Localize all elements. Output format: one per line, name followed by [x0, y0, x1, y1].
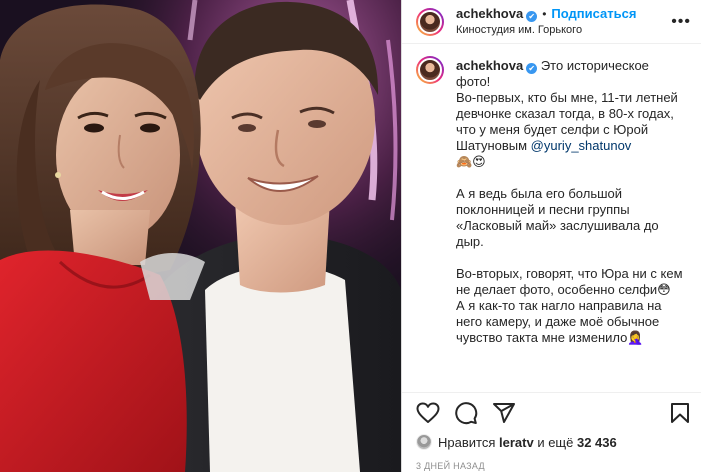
post-sidebar: achekhova ✔ • Подписаться Киностудия им. Го… [401, 0, 701, 472]
post-timestamp[interactable]: 3 ДНЕЙ НАЗАД [416, 461, 692, 471]
post-header: achekhova ✔ • Подписаться Киностудия им. Го… [402, 0, 701, 44]
separator-dot: • [542, 6, 547, 21]
likes-row: Нравится leratv и ещё 32 436 [416, 431, 692, 453]
caption-paragraph-4: Во-вторых, говорят, что Юра ни с кем не … [456, 266, 687, 297]
verified-badge-icon: ✔ [526, 63, 538, 74]
instagram-post: achekhova ✔ • Подписаться Киностудия им. Го… [0, 0, 701, 472]
likes-prefix: Нравится [438, 434, 496, 450]
author-avatar[interactable] [416, 7, 444, 36]
likes-middle: и ещё [537, 434, 574, 450]
follow-button[interactable]: Подписаться [551, 6, 636, 21]
post-photo[interactable] [0, 0, 401, 472]
header-text: achekhova ✔ • Подписаться Киностудия им. Го… [456, 6, 671, 38]
liker-username[interactable]: leratv [499, 435, 534, 450]
author-username[interactable]: achekhova [456, 6, 523, 21]
mention-link[interactable]: @yuriy_shatunov [531, 138, 632, 153]
caption-text: achekhova ✔ Это историческое фото! Во-пер… [456, 58, 684, 382]
verified-badge-icon: ✔ [526, 10, 538, 22]
caption-username[interactable]: achekhova [456, 58, 523, 73]
more-dots-icon[interactable]: ••• [671, 13, 691, 31]
liker-avatar[interactable] [416, 434, 432, 450]
share-icon[interactable] [492, 401, 516, 425]
bookmark-icon[interactable] [668, 401, 692, 425]
action-icons [416, 397, 692, 429]
caption-paragraph-5: А я как-то так нагло направила на него к… [456, 298, 666, 345]
heart-icon[interactable] [416, 401, 440, 425]
caption-paragraph-3: А я ведь была его большой поклонницей и … [456, 186, 663, 249]
caption-area: achekhova ✔ Это историческое фото! Во-пер… [402, 44, 701, 382]
caption-emoji: 🙈😍 [456, 154, 486, 169]
caption-avatar[interactable] [416, 56, 444, 84]
likes-count[interactable]: 32 436 [577, 435, 617, 450]
post-actions: Нравится leratv и ещё 32 436 3 ДНЕЙ НАЗА… [402, 392, 701, 471]
selfie-image [0, 0, 401, 472]
comment-icon[interactable] [454, 401, 478, 425]
location-link[interactable]: Киностудия им. Горького [456, 22, 671, 38]
